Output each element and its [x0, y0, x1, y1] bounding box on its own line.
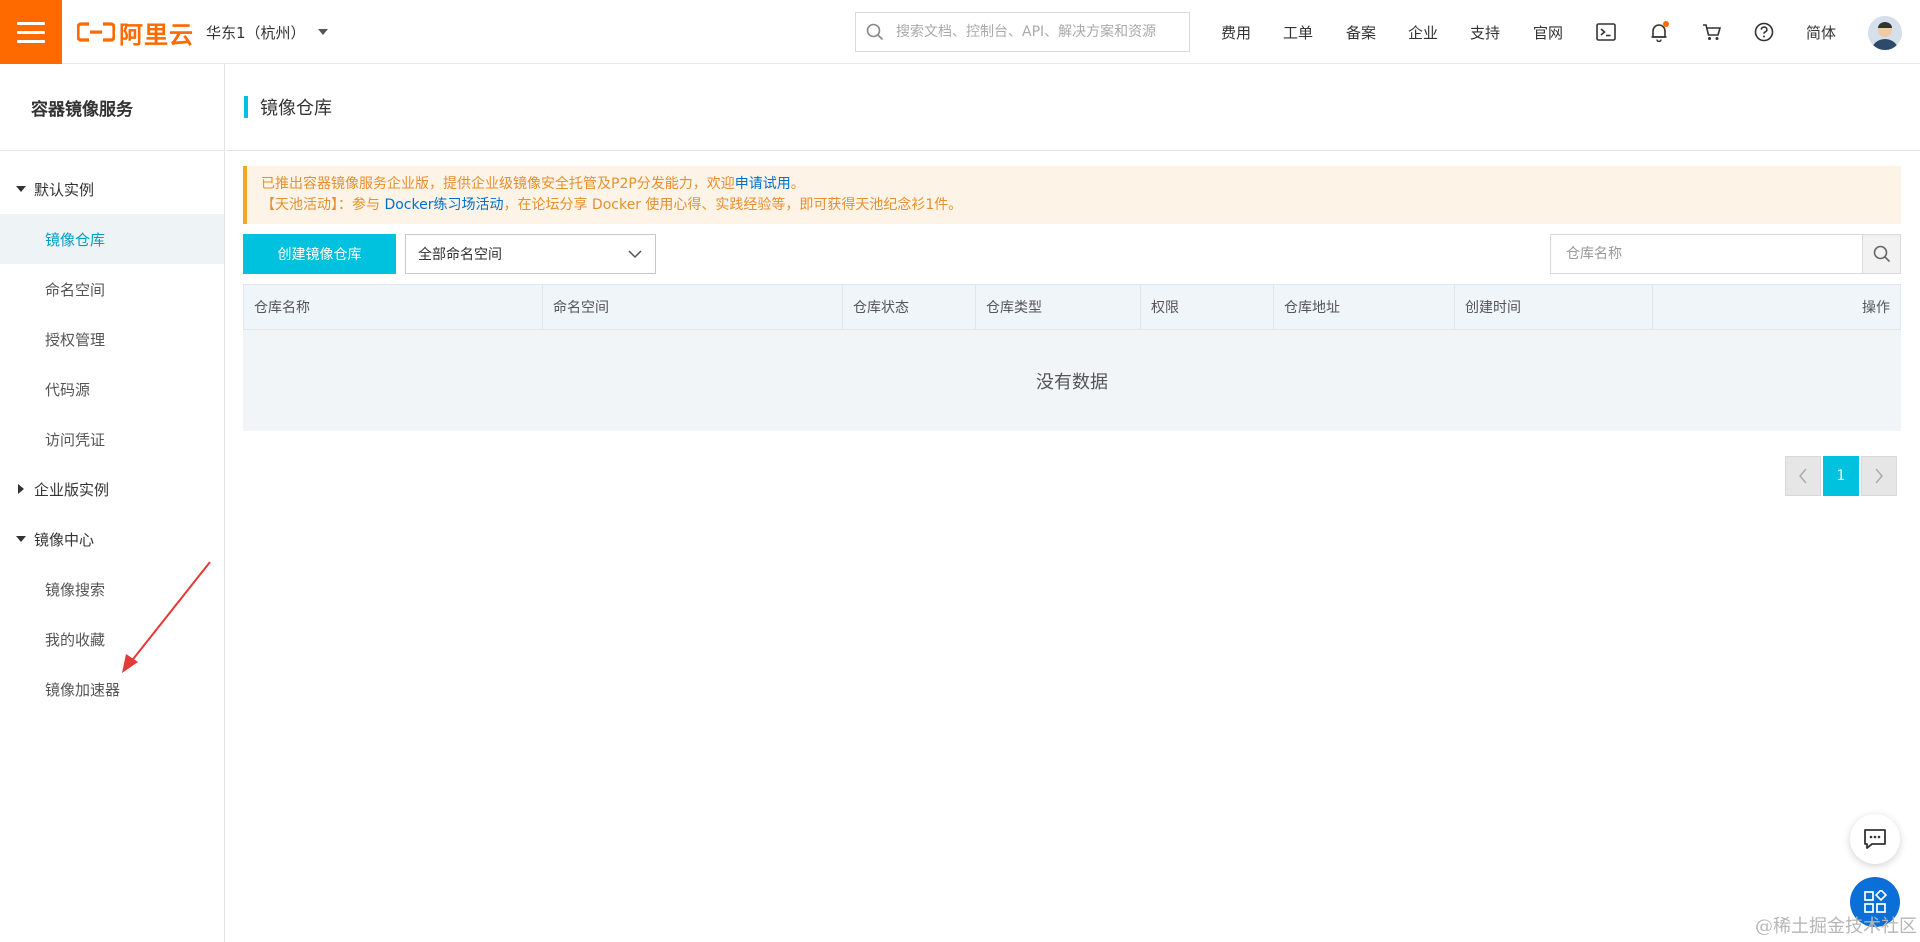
- logo-text: 阿里云: [119, 20, 194, 49]
- chevron-left-icon: [1799, 468, 1807, 484]
- column-header-namespace: 命名空间: [543, 285, 843, 329]
- caret-right-icon: [18, 484, 24, 494]
- namespace-select[interactable]: 全部命名空间: [405, 234, 656, 274]
- repository-table: 仓库名称 命名空间 仓库状态 仓库类型 权限 仓库地址 创建时间 操作 没有数据: [243, 284, 1901, 431]
- cart-icon[interactable]: [1700, 20, 1724, 44]
- apply-trial-link[interactable]: 申请试用: [735, 176, 791, 192]
- repository-search-button[interactable]: [1862, 235, 1900, 273]
- page-button-current[interactable]: 1: [1823, 456, 1859, 496]
- aliyun-logo[interactable]: 阿里云: [77, 17, 194, 49]
- nav-official-site[interactable]: 官网: [1533, 22, 1563, 43]
- terminal-icon[interactable]: [1594, 20, 1618, 44]
- notice-text: 。: [790, 176, 805, 192]
- docker-playground-link[interactable]: Docker练习场活动: [384, 197, 503, 213]
- sidebar-item-authorization[interactable]: 授权管理: [0, 314, 224, 364]
- notification-dot: [1663, 21, 1669, 27]
- sidebar-group-label: 镜像中心: [34, 530, 95, 549]
- notice-banner: 已推出容器镜像服务企业版，提供企业级镜像安全托管及P2P分发能力，欢迎申请试用。…: [243, 166, 1901, 224]
- sidebar-item-code-source[interactable]: 代码源: [0, 364, 224, 414]
- column-header-type: 仓库类型: [976, 285, 1141, 329]
- title-accent-bar: [244, 96, 248, 118]
- sidebar-item-image-search[interactable]: 镜像搜索: [0, 564, 224, 614]
- help-icon[interactable]: [1752, 20, 1776, 44]
- column-header-repo-name: 仓库名称: [244, 285, 543, 329]
- nav-icp-filing[interactable]: 备案: [1346, 22, 1376, 43]
- chevron-down-icon: [628, 250, 642, 259]
- global-search-input[interactable]: [894, 14, 1189, 50]
- notice-text: 【天池活动】：参与: [261, 197, 385, 213]
- column-header-permission: 权限: [1141, 285, 1274, 329]
- sidebar-title: 容器镜像服务: [0, 64, 224, 151]
- sidebar-group-label: 默认实例: [34, 180, 95, 199]
- sidebar-item-my-favorites[interactable]: 我的收藏: [0, 614, 224, 664]
- table-empty-state: 没有数据: [243, 330, 1901, 431]
- repository-search: [1550, 234, 1901, 274]
- next-page-button[interactable]: [1861, 456, 1897, 496]
- page-header: 镜像仓库: [226, 64, 1920, 151]
- notice-line-2: 【天池活动】：参与 Docker练习场活动，在论坛分享 Docker 使用心得、…: [261, 195, 1887, 216]
- column-header-address: 仓库地址: [1274, 285, 1455, 329]
- sidebar-group-default-instance[interactable]: 默认实例: [0, 164, 224, 214]
- column-header-status: 仓库状态: [843, 285, 976, 329]
- chat-icon: [1864, 829, 1886, 849]
- nav-fees[interactable]: 费用: [1221, 22, 1251, 43]
- user-avatar[interactable]: [1868, 16, 1902, 50]
- namespace-select-value: 全部命名空间: [418, 247, 502, 263]
- aliyun-logo-icon: [77, 22, 115, 42]
- sidebar-group-label: 企业版实例: [34, 480, 110, 499]
- nav-enterprise[interactable]: 企业: [1408, 22, 1438, 43]
- language-switch[interactable]: 简体: [1806, 22, 1836, 43]
- sidebar-item-image-accelerator[interactable]: 镜像加速器: [0, 664, 224, 714]
- sidebar-item-access-credentials[interactable]: 访问凭证: [0, 414, 224, 464]
- apps-icon: [1864, 890, 1887, 913]
- region-label: 华东1（杭州）: [206, 23, 306, 42]
- global-search[interactable]: [855, 12, 1190, 52]
- repository-search-input[interactable]: [1551, 235, 1862, 273]
- column-header-actions: 操作: [1862, 300, 1890, 316]
- notice-text: 已推出容器镜像服务企业版，提供企业级镜像安全托管及P2P分发能力，欢迎: [261, 176, 735, 192]
- menu-line: [17, 39, 45, 43]
- caret-down-icon: [16, 536, 26, 542]
- search-icon: [1873, 245, 1890, 263]
- chat-button[interactable]: [1850, 814, 1900, 864]
- menu-button[interactable]: [0, 0, 62, 64]
- sidebar: 容器镜像服务 默认实例 镜像仓库 命名空间 授权管理 代码源 访问凭证 企业版实…: [0, 64, 225, 942]
- bell-icon[interactable]: [1647, 20, 1671, 44]
- search-icon: [866, 23, 884, 41]
- table-header: 仓库名称 命名空间 仓库状态 仓库类型 权限 仓库地址 创建时间 操作: [243, 284, 1901, 330]
- menu-line: [17, 21, 45, 25]
- column-header-created-time: 创建时间: [1455, 285, 1653, 329]
- sidebar-item-namespaces[interactable]: 命名空间: [0, 264, 224, 314]
- chevron-right-icon: [1875, 468, 1883, 484]
- sidebar-group-image-center[interactable]: 镜像中心: [0, 514, 224, 564]
- menu-line: [17, 30, 45, 34]
- sidebar-group-enterprise-instance[interactable]: 企业版实例: [0, 464, 224, 514]
- prev-page-button[interactable]: [1785, 456, 1821, 496]
- nav-support[interactable]: 支持: [1470, 22, 1500, 43]
- notice-text: ，在论坛分享 Docker 使用心得、实践经验等，即可获得天池纪念衫1件。: [503, 197, 963, 213]
- notice-line-1: 已推出容器镜像服务企业版，提供企业级镜像安全托管及P2P分发能力，欢迎申请试用。: [261, 174, 1887, 195]
- create-repository-button[interactable]: 创建镜像仓库: [243, 234, 396, 274]
- watermark: @稀土掘金技术社区: [1755, 916, 1917, 937]
- nav-tickets[interactable]: 工单: [1283, 22, 1313, 43]
- page-title: 镜像仓库: [260, 98, 332, 119]
- top-bar: 阿里云 华东1（杭州） 费用 工单 备案 企业 支持 官网: [0, 0, 1920, 64]
- sidebar-item-repositories[interactable]: 镜像仓库: [0, 214, 224, 264]
- pagination: 1: [1785, 456, 1897, 496]
- region-selector[interactable]: 华东1（杭州）: [206, 20, 328, 44]
- caret-down-icon: [16, 186, 26, 192]
- chevron-down-icon: [317, 29, 328, 35]
